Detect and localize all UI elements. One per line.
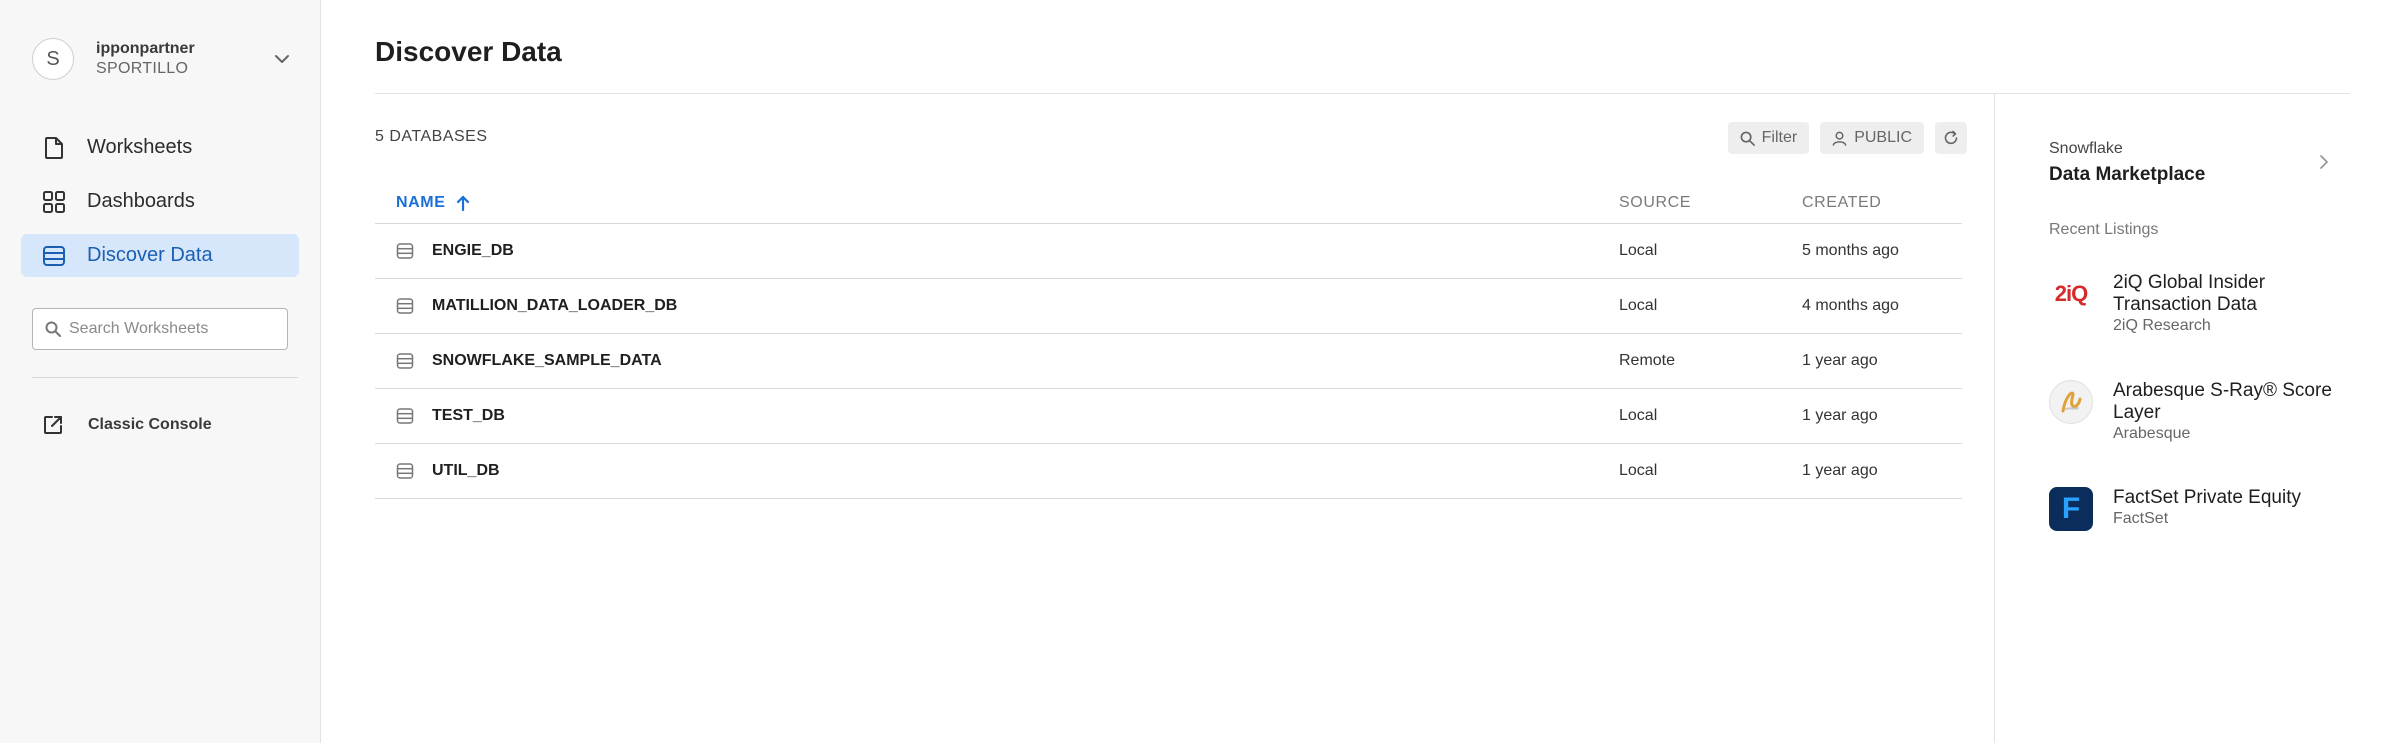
search-worksheets[interactable] [32,308,288,350]
listing-title: Arabesque S-Ray® Score Layer [2113,380,2332,423]
search-icon [45,321,61,337]
table-row[interactable]: MATILLION_DATA_LOADER_DB Local 4 months … [375,279,1962,334]
sidebar: S ipponpartner SPORTILLO Worksheets Dash… [0,0,321,743]
database-icon [396,297,414,315]
sidebar-item-discover-data[interactable]: Discover Data [21,234,299,277]
listing-item[interactable]: F FactSet Private Equity FactSet [2049,487,2339,531]
table-row[interactable]: UTIL_DB Local 1 year ago [375,444,1962,499]
database-created: 5 months ago [1802,242,1899,259]
database-icon [41,243,67,269]
database-toolbar: Filter PUBLIC [1727,122,1967,154]
listing-provider: 2iQ Research [2113,317,2211,334]
chevron-down-icon[interactable] [270,47,294,71]
recent-listings-label: Recent Listings [2049,221,2159,238]
marketplace-brand: Snowflake [2049,140,2123,157]
classic-console-label: Classic Console [88,416,212,433]
database-source: Local [1619,407,1658,424]
sort-ascending-icon [456,195,470,211]
external-link-icon [40,412,66,438]
sidebar-item-label: Worksheets [87,136,193,158]
account-switcher[interactable]: S ipponpartner SPORTILLO [32,37,294,81]
table-row[interactable]: TEST_DB Local 1 year ago [375,389,1962,444]
database-source: Local [1619,242,1658,259]
listing-provider: Arabesque [2113,425,2191,442]
account-role: SPORTILLO [96,60,189,77]
refresh-icon [1943,130,1959,146]
marketplace-panel: Snowflake Data Marketplace Recent Listin… [1994,94,2350,743]
databases-panel: 5 DATABASES Filter PUBLIC NAME SOURCE CR… [375,94,1995,743]
database-source: Remote [1619,352,1676,369]
database-created: 1 year ago [1802,462,1878,479]
search-icon [1740,131,1755,146]
refresh-button[interactable] [1935,122,1967,154]
listing-item[interactable]: Arabesque S-Ray® Score Layer Arabesque [2049,380,2339,444]
avatar: S [32,38,74,80]
chevron-right-icon [2319,154,2329,175]
account-name: ipponpartner [96,40,195,57]
sidebar-item-worksheets[interactable]: Worksheets [21,126,299,169]
classic-console-link[interactable]: Classic Console [40,412,212,438]
listing-title: 2iQ Global Insider Transaction Data [2113,272,2266,315]
sidebar-item-dashboards[interactable]: Dashboards [21,180,299,223]
database-icon [396,407,414,425]
listing-logo-2iq: 2iQ [2049,272,2093,316]
database-source: Local [1619,297,1658,314]
marketplace-title: Data Marketplace [2049,164,2206,185]
column-header-name[interactable]: NAME [375,194,1619,212]
user-icon [1832,131,1847,146]
sidebar-nav: Worksheets Dashboards Discover Data [21,126,299,288]
database-count: 5 DATABASES [375,128,488,145]
listing-provider: FactSet [2113,510,2169,527]
listing-title: FactSet Private Equity [2113,487,2301,508]
listing-logo-factset: F [2049,487,2093,531]
database-icon [396,462,414,480]
document-icon [41,135,67,161]
filter-label: Filter [1761,129,1798,146]
column-header-created[interactable]: CREATED [1802,194,1962,212]
database-name: MATILLION_DATA_LOADER_DB [432,297,678,314]
database-icon [396,242,414,260]
column-header-source[interactable]: SOURCE [1619,194,1802,212]
database-name: TEST_DB [432,407,505,424]
page-title: Discover Data [375,36,562,67]
grid-icon [41,189,67,215]
search-input[interactable] [69,320,279,338]
role-selector[interactable]: PUBLIC [1820,122,1924,154]
sidebar-divider [32,377,298,378]
database-created: 4 months ago [1802,297,1899,314]
filter-button[interactable]: Filter [1727,122,1810,154]
database-icon [396,352,414,370]
databases-table: NAME SOURCE CREATED ENGIE_DB Local 5 mon… [375,182,1962,499]
table-header: NAME SOURCE CREATED [375,182,1962,224]
role-label: PUBLIC [1854,129,1912,146]
listing-logo-arabesque [2049,380,2093,424]
table-row[interactable]: SNOWFLAKE_SAMPLE_DATA Remote 1 year ago [375,334,1962,389]
table-row[interactable]: ENGIE_DB Local 5 months ago [375,224,1962,279]
marketplace-link[interactable]: Snowflake Data Marketplace [2049,140,2329,186]
database-name: SNOWFLAKE_SAMPLE_DATA [432,352,662,369]
sidebar-item-label: Discover Data [87,244,213,266]
database-name: UTIL_DB [432,462,500,479]
database-source: Local [1619,462,1658,479]
listing-item[interactable]: 2iQ 2iQ Global Insider Transaction Data … [2049,272,2339,336]
database-created: 1 year ago [1802,407,1878,424]
database-name: ENGIE_DB [432,242,514,259]
database-created: 1 year ago [1802,352,1878,369]
sidebar-item-label: Dashboards [87,190,195,212]
